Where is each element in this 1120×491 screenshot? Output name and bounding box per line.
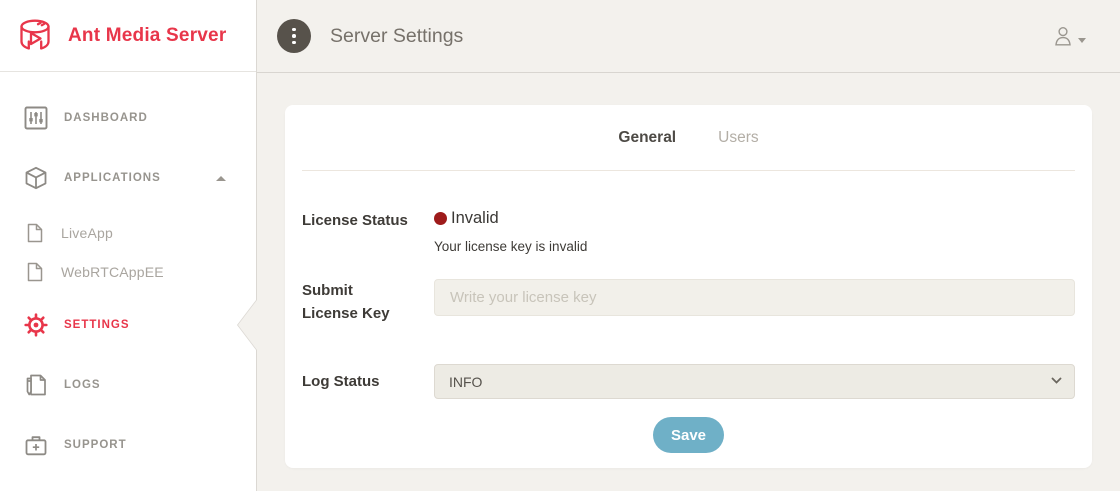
license-key-input[interactable] — [434, 279, 1075, 316]
sidebar-item-label: WebRTCAppEE — [61, 264, 164, 280]
license-key-row: Submit License Key — [302, 279, 1075, 325]
sidebar-item-logs[interactable]: LOGS — [0, 367, 256, 403]
topbar: Server Settings — [257, 0, 1120, 73]
save-button[interactable]: Save — [653, 417, 724, 453]
active-item-notch — [238, 300, 257, 350]
page-title: Server Settings — [330, 25, 463, 48]
sidebar-item-label: SUPPORT — [64, 439, 127, 451]
kebab-icon — [292, 28, 296, 32]
sidebar-item-label: SETTINGS — [64, 319, 130, 331]
general-settings-form: License Status Invalid Your license key … — [285, 209, 1092, 453]
sidebar: Ant Media Server DASHBOARD — [0, 0, 257, 491]
support-icon — [24, 433, 48, 457]
gear-icon — [24, 313, 48, 337]
license-status-description: Your license key is invalid — [434, 239, 1075, 254]
file-icon — [27, 223, 43, 243]
sidebar-item-label: APPLICATIONS — [64, 172, 161, 184]
sidebar-item-webrtcappee[interactable]: WebRTCAppEE — [0, 257, 256, 287]
user-menu[interactable] — [1052, 25, 1086, 47]
sidebar-item-dashboard[interactable]: DASHBOARD — [0, 100, 256, 136]
tab-users[interactable]: Users — [716, 125, 760, 151]
logs-icon — [24, 373, 48, 397]
sliders-icon — [24, 106, 48, 130]
license-status-value: Invalid — [434, 209, 1075, 228]
brand-name: Ant Media Server — [68, 25, 226, 47]
caret-up-icon[interactable] — [216, 176, 226, 181]
main-area: Server Settings General Users License St… — [257, 0, 1120, 491]
license-status-row: License Status Invalid Your license key … — [302, 209, 1075, 254]
log-status-label: Log Status — [302, 370, 434, 393]
log-status-row: Log Status INFO — [302, 364, 1075, 399]
brand[interactable]: Ant Media Server — [0, 0, 256, 72]
status-text: Invalid — [451, 209, 499, 228]
file-icon — [27, 262, 43, 282]
sidebar-item-liveapp[interactable]: LiveApp — [0, 218, 256, 248]
license-key-label: Submit License Key — [302, 279, 434, 325]
sidebar-item-settings[interactable]: SETTINGS — [0, 307, 256, 343]
sidebar-item-label: DASHBOARD — [64, 112, 148, 124]
brand-logo-icon — [14, 17, 56, 55]
log-status-select[interactable]: INFO — [434, 364, 1075, 399]
user-icon — [1052, 25, 1074, 47]
tab-bar: General Users — [302, 105, 1075, 171]
sidebar-item-support[interactable]: SUPPORT — [0, 427, 256, 463]
chevron-down-icon — [1078, 38, 1086, 43]
license-status-label: License Status — [302, 209, 434, 254]
sidebar-item-label: LiveApp — [61, 225, 113, 241]
kebab-menu-button[interactable] — [277, 19, 311, 53]
server-settings-panel: General Users License Status Invalid You… — [285, 105, 1092, 468]
sidebar-item-applications[interactable]: APPLICATIONS — [0, 160, 256, 196]
sidebar-item-label: LOGS — [64, 379, 101, 391]
box-icon — [24, 166, 48, 190]
sidebar-nav: DASHBOARD APPLICATIONS LiveApp — [0, 72, 256, 463]
status-dot-icon — [434, 212, 447, 225]
tab-general[interactable]: General — [616, 125, 678, 151]
